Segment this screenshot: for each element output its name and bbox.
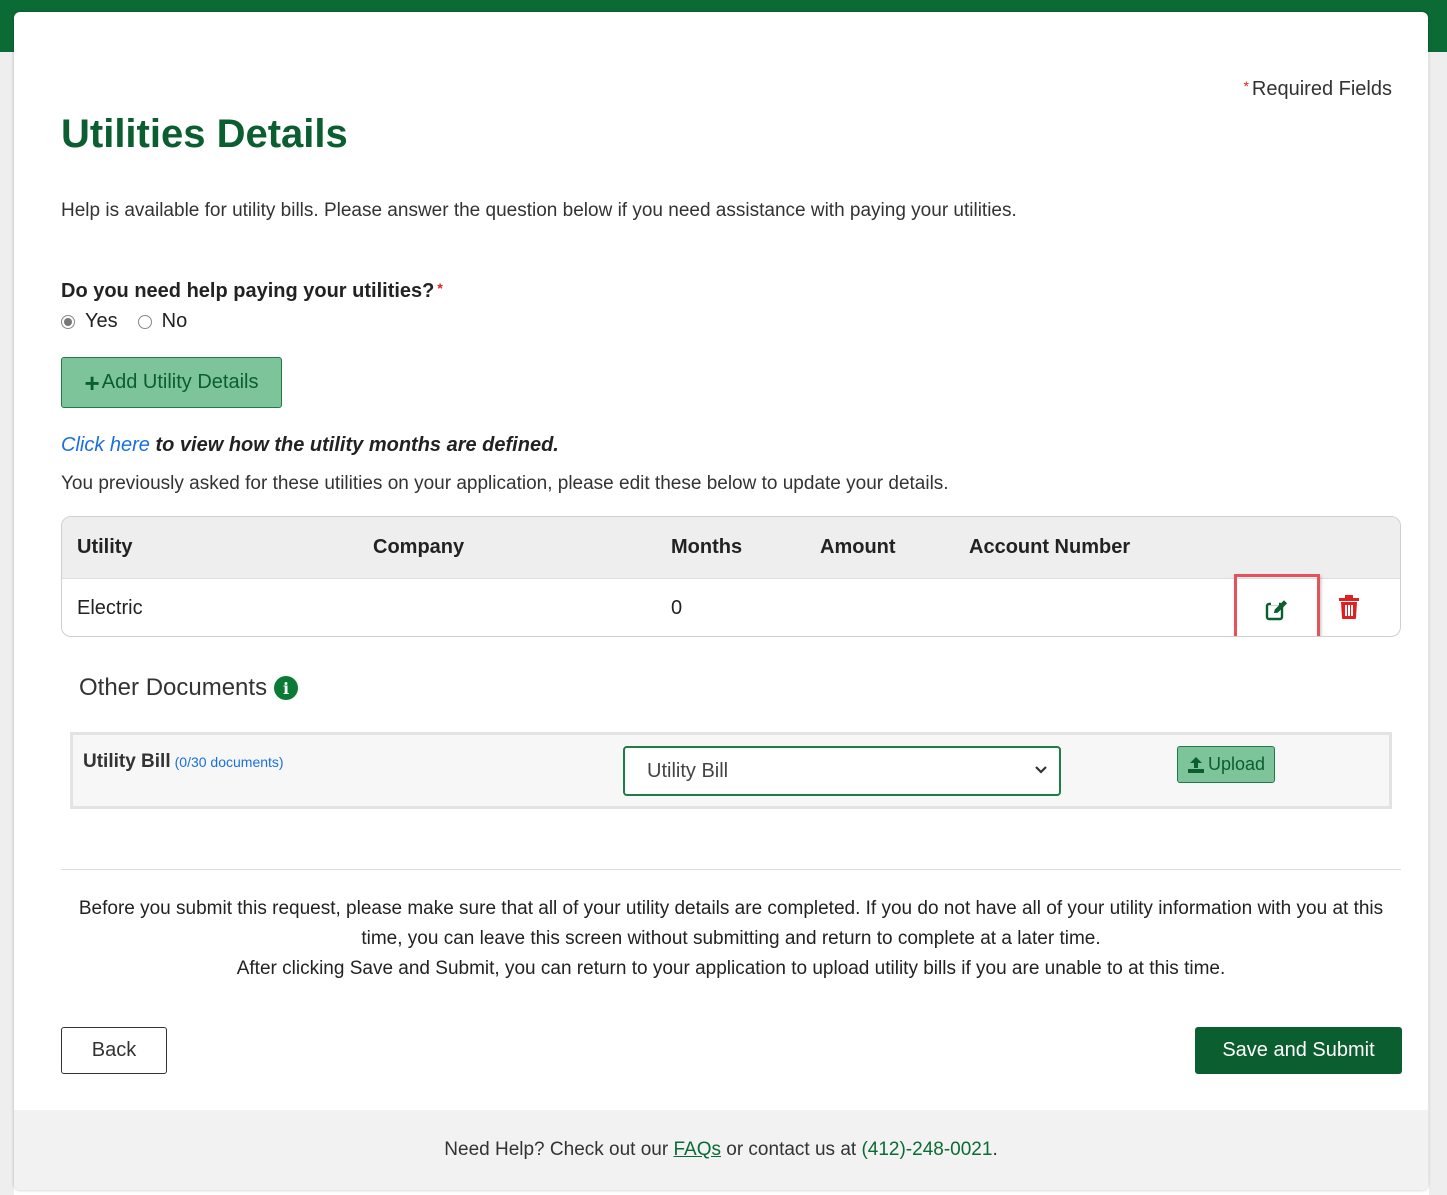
save-and-submit-button[interactable]: Save and Submit xyxy=(1195,1027,1402,1074)
edit-utility-button[interactable] xyxy=(1234,574,1320,636)
radio-yes-button[interactable] xyxy=(61,314,75,329)
back-button[interactable]: Back xyxy=(61,1027,167,1074)
intro-text: Help is available for utility bills. Ple… xyxy=(61,200,1017,221)
header-amount: Amount xyxy=(820,536,896,558)
trash-icon xyxy=(1339,595,1359,619)
utility-bill-document-panel: Utility Bill (0/30 documents) Utility Bil… xyxy=(70,732,1392,809)
edit-icon xyxy=(1265,598,1287,620)
header-months: Months xyxy=(671,536,743,558)
header-account-number: Account Number xyxy=(969,536,1131,558)
table-header: Utility Company Months Amount Account Nu… xyxy=(62,517,1400,578)
other-documents-heading: Other Documents i xyxy=(79,674,299,702)
utility-bill-label: Utility Bill (0/30 documents) xyxy=(83,751,284,773)
table-row: Electric 0 xyxy=(62,574,1400,636)
footer-text-mid: or contact us at xyxy=(720,1139,862,1160)
required-fields-text: Required Fields xyxy=(1251,78,1392,100)
phone-number[interactable]: (412)-248-0021 xyxy=(861,1139,992,1161)
utility-help-radio-group: Yes No xyxy=(61,310,207,333)
submit-notice: Before you submit this request, please m… xyxy=(61,894,1401,984)
help-footer: Need Help? Check out our FAQs or contact… xyxy=(14,1110,1428,1190)
document-type-selected-value: Utility Bill xyxy=(647,759,729,782)
add-utility-details-label: Add Utility Details xyxy=(101,371,259,393)
utility-help-question: Do you need help paying your utilities? * xyxy=(61,280,443,303)
delete-utility-button[interactable] xyxy=(1339,595,1361,621)
page-title: Utilities Details xyxy=(61,112,348,156)
document-count: (0/30 documents) xyxy=(174,754,284,770)
utilities-table: Utility Company Months Amount Account Nu… xyxy=(61,516,1401,637)
upload-button[interactable]: Upload xyxy=(1177,746,1275,783)
months-definition-line: Click here to view how the utility month… xyxy=(61,434,559,457)
upload-label: Upload xyxy=(1207,754,1266,774)
radio-yes[interactable]: Yes xyxy=(61,310,118,333)
add-utility-details-button[interactable]: + Add Utility Details xyxy=(61,357,282,408)
radio-no-label: No xyxy=(161,310,188,332)
question-label: Do you need help paying your utilities? xyxy=(61,280,435,302)
plus-icon: + xyxy=(84,367,100,398)
info-icon[interactable]: i xyxy=(274,676,299,700)
footer-text: Need Help? Check out our xyxy=(444,1139,674,1160)
required-fields-note: * Required Fields xyxy=(1243,78,1392,101)
header-company: Company xyxy=(373,536,465,558)
cell-utility: Electric xyxy=(77,596,143,619)
previous-utilities-text: You previously asked for these utilities… xyxy=(61,473,949,494)
divider xyxy=(61,869,1401,870)
faqs-link[interactable]: FAQs xyxy=(673,1139,721,1161)
cell-months: 0 xyxy=(671,596,683,619)
page-background-left xyxy=(0,52,14,1195)
utilities-card: * Required Fields Utilities Details Help … xyxy=(14,12,1428,1190)
radio-no-button[interactable] xyxy=(137,314,152,329)
header-utility: Utility xyxy=(77,536,133,558)
radio-yes-label: Yes xyxy=(85,310,118,332)
chevron-down-icon xyxy=(1035,766,1047,774)
click-here-link[interactable]: Click here xyxy=(61,434,150,456)
other-documents-title: Other Documents xyxy=(79,674,268,701)
radio-no[interactable]: No xyxy=(137,310,188,333)
footer-period: . xyxy=(992,1139,998,1160)
notice-line-1: Before you submit this request, please m… xyxy=(78,898,1384,949)
required-star: * xyxy=(1243,78,1249,94)
required-star: * xyxy=(437,280,443,296)
upload-icon xyxy=(1187,756,1204,773)
notice-line-2: After clicking Save and Submit, you can … xyxy=(236,958,1226,979)
months-definition-text: to view how the utility months are defin… xyxy=(149,434,559,456)
document-type-label: Utility Bill xyxy=(83,751,171,772)
page-background-right xyxy=(1429,52,1447,1195)
document-type-select[interactable]: Utility Bill xyxy=(623,746,1061,796)
